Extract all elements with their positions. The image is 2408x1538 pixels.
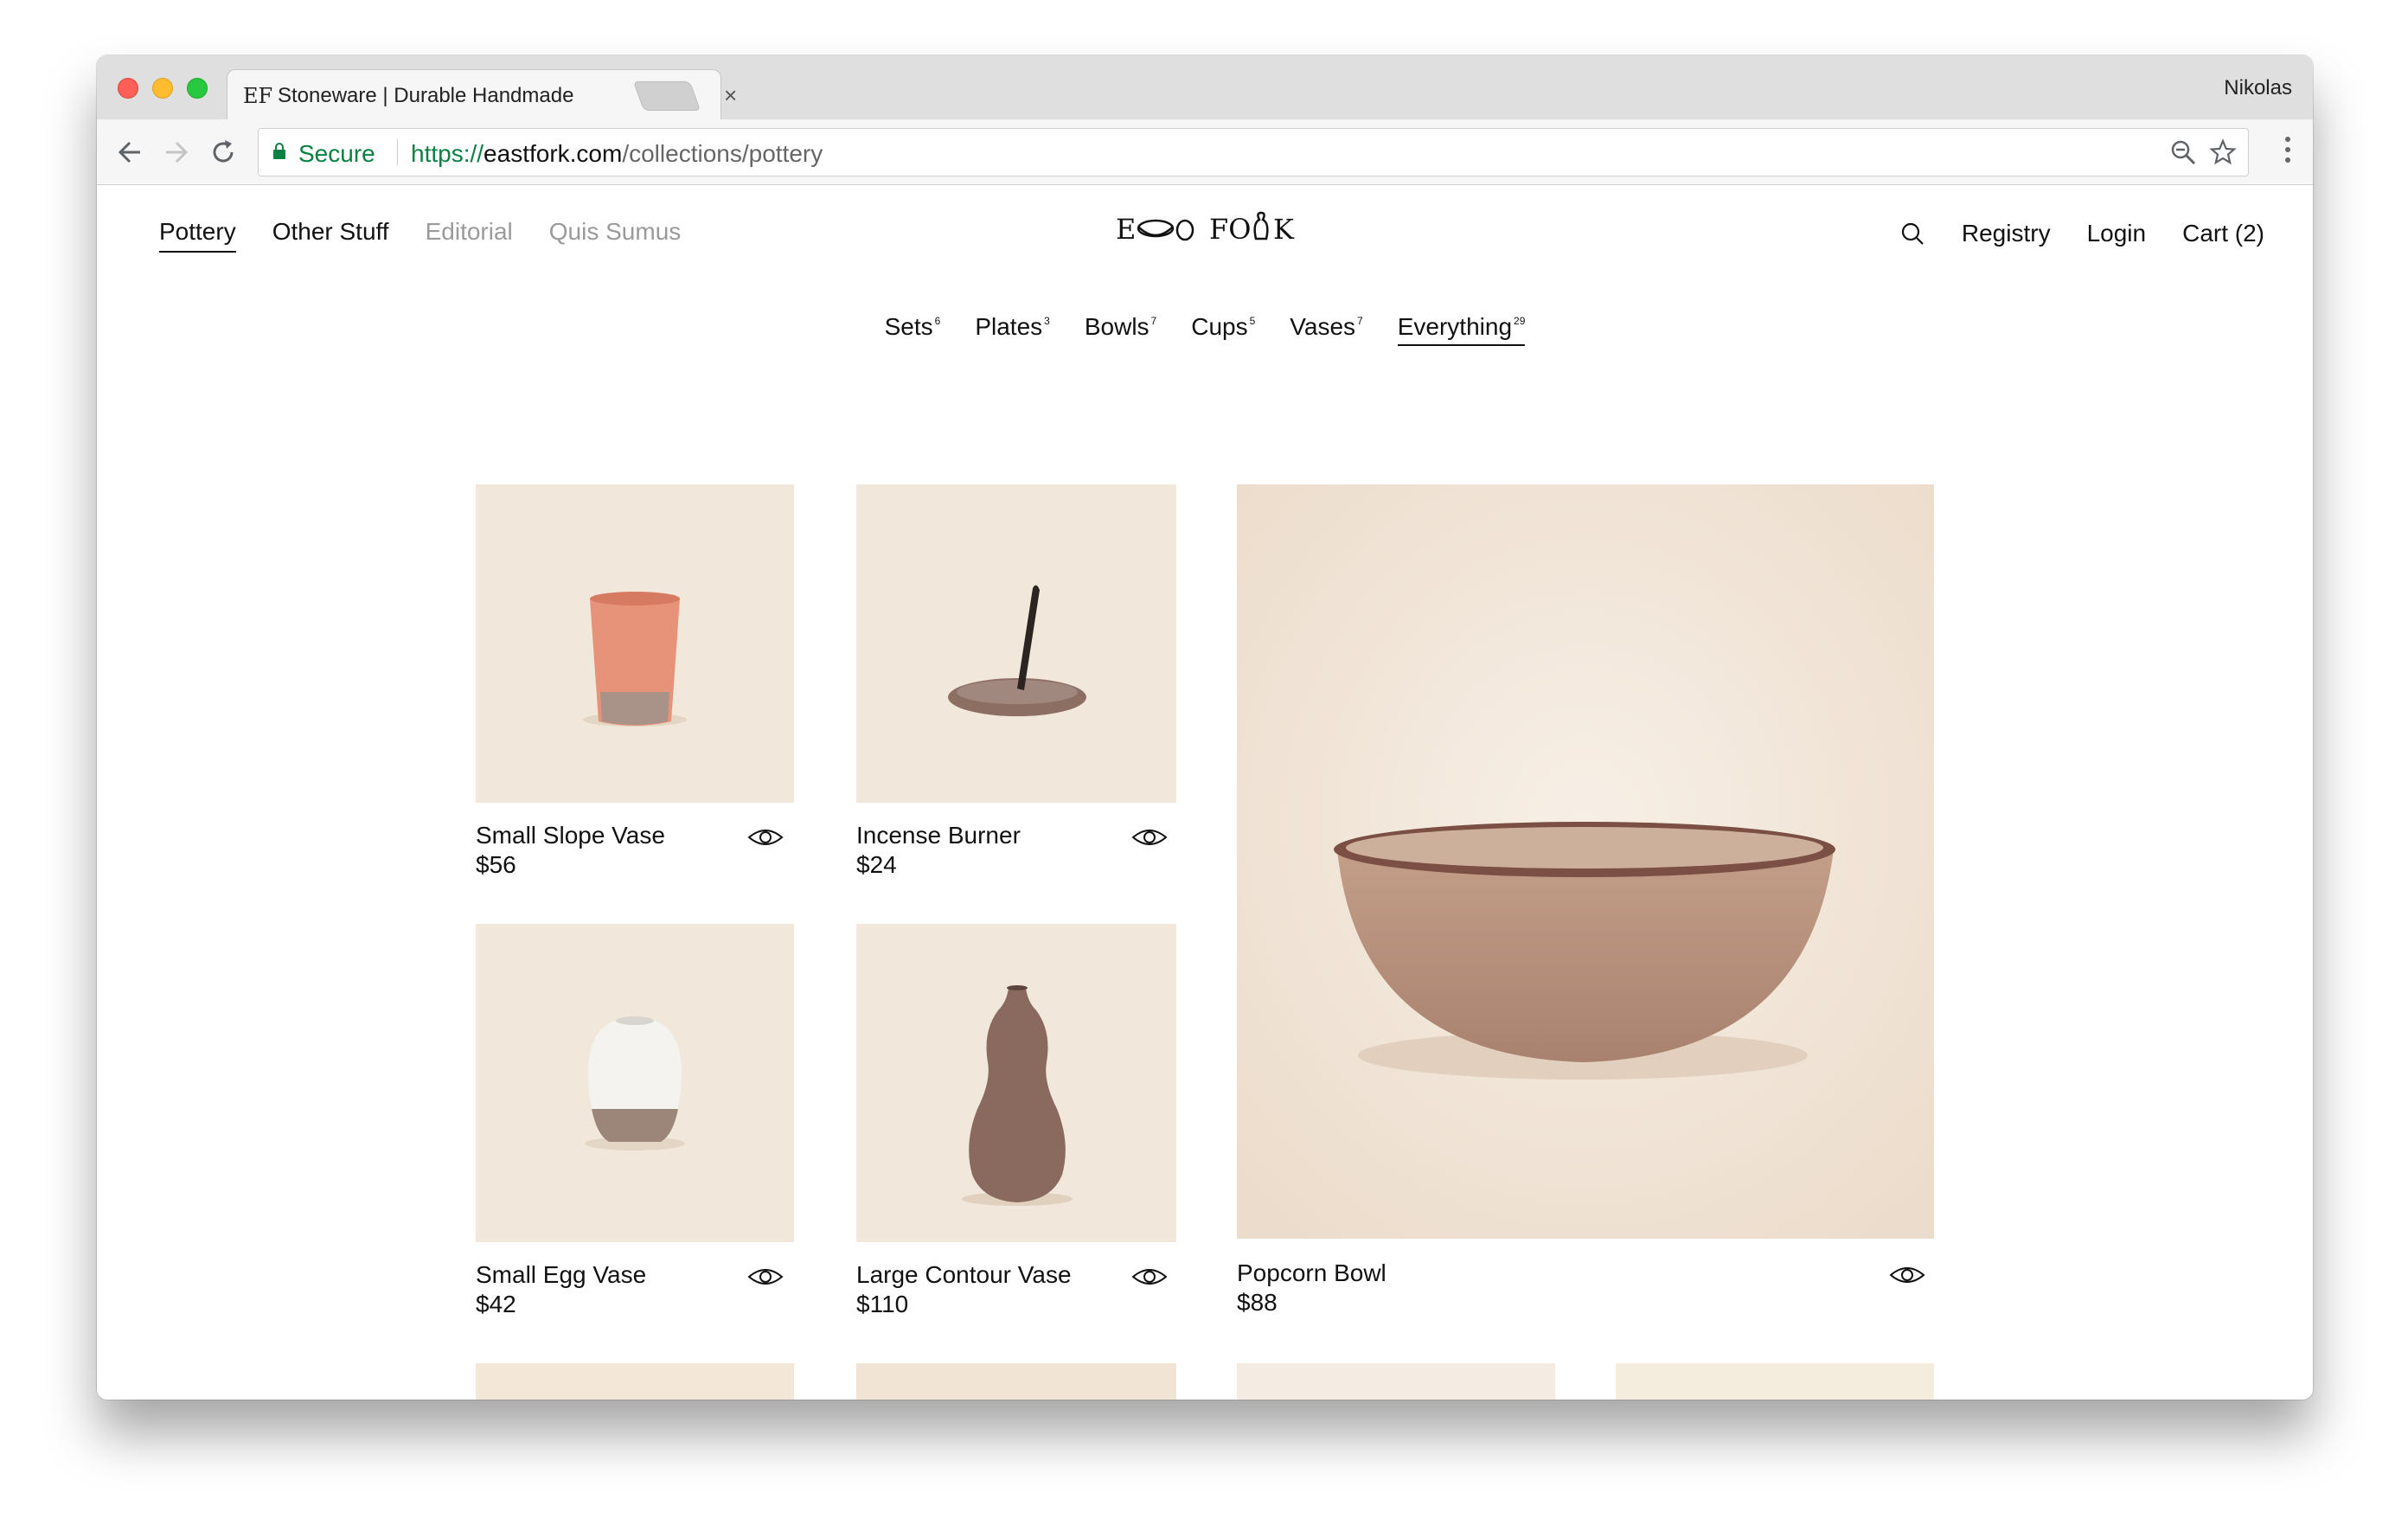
zoom-icon[interactable]	[2168, 138, 2198, 167]
product-card-large-contour-vase[interactable]: Large Contour Vase $110	[856, 924, 1176, 1322]
category-bowls[interactable]: Bowls 7	[1085, 313, 1156, 346]
category-vases[interactable]: Vases 7	[1290, 313, 1362, 346]
title-bar: EF Stoneware | Durable Handmade × Nikola…	[97, 55, 2313, 119]
nav-other-stuff[interactable]: Other Stuff	[272, 218, 389, 253]
product-price: $110	[856, 1291, 909, 1317]
product-card-popcorn-bowl[interactable]: Popcorn Bowl $88	[1237, 484, 1934, 1323]
menu-dots-icon[interactable]	[2285, 137, 2292, 168]
product-card-incense-burner[interactable]: Incense Burner $24	[856, 484, 1176, 882]
close-window-button[interactable]	[118, 78, 138, 99]
category-sets[interactable]: Sets 6	[885, 313, 941, 346]
reload-icon[interactable]	[208, 135, 239, 170]
product-image-row3-3[interactable]	[1237, 1363, 1555, 1400]
quick-view-eye-icon[interactable]	[1131, 1266, 1168, 1287]
tab-title: Stoneware | Durable Handmade	[278, 84, 574, 107]
product-card-small-egg-vase[interactable]: Small Egg Vase $42	[476, 924, 794, 1322]
product-image[interactable]	[476, 924, 794, 1242]
profile-name[interactable]: Nikolas	[2224, 76, 2292, 100]
nav-quis-sumus[interactable]: Quis Sumus	[549, 218, 682, 253]
url-host: eastfork.com	[484, 140, 623, 167]
address-separator	[397, 139, 398, 165]
address-bar[interactable]: Secure https://eastfork.com/collections/…	[258, 128, 2249, 176]
product-image-row3-1[interactable]	[476, 1363, 794, 1400]
search-icon[interactable]	[1899, 221, 1925, 247]
product-image-row3-2[interactable]	[856, 1363, 1176, 1400]
favicon-icon: EF	[243, 84, 273, 108]
secure-label: Secure	[298, 140, 375, 167]
url-path: /collections/pottery	[622, 140, 823, 167]
product-price: $42	[476, 1291, 516, 1317]
account-nav: Registry Login Cart (2)	[1899, 220, 2264, 247]
product-image-row3-4[interactable]	[1616, 1363, 1934, 1400]
browser-toolbar: Secure https://eastfork.com/collections/…	[97, 119, 2313, 185]
forward-arrow-icon[interactable]	[161, 135, 192, 170]
url-text[interactable]: https://eastfork.com/collections/pottery	[411, 140, 823, 168]
web-page: Pottery Other Stuff Editorial Quis Sumus…	[97, 185, 2313, 1400]
registry-link[interactable]: Registry	[1962, 220, 2051, 247]
maximize-window-button[interactable]	[187, 78, 208, 99]
product-card-small-slope-vase[interactable]: Small Slope Vase $56	[476, 484, 794, 882]
browser-window: EF Stoneware | Durable Handmade × Nikola…	[97, 55, 2313, 1400]
quick-view-eye-icon[interactable]	[747, 1266, 784, 1287]
nav-pottery[interactable]: Pottery	[159, 218, 236, 253]
svg-text:E: E	[1116, 213, 1136, 246]
category-plates[interactable]: Plates 3	[975, 313, 1050, 346]
quick-view-eye-icon[interactable]	[747, 827, 784, 848]
url-scheme: https://	[411, 140, 484, 167]
product-price: $88	[1237, 1289, 1278, 1316]
product-image[interactable]	[1237, 484, 1934, 1239]
product-price: $24	[856, 851, 897, 878]
tab-close-icon[interactable]: ×	[724, 82, 737, 109]
quick-view-eye-icon[interactable]	[1889, 1265, 1925, 1285]
product-name[interactable]: Incense Burner	[856, 822, 1021, 849]
product-image[interactable]	[856, 484, 1176, 803]
east-fork-logo[interactable]: E FO K	[1116, 209, 1297, 247]
product-name[interactable]: Popcorn Bowl	[1237, 1259, 1387, 1287]
primary-nav: Pottery Other Stuff Editorial Quis Sumus	[159, 218, 717, 253]
category-nav: Sets 6 Plates 3 Bowls 7 Cups 5 Vases 7 Everyt…	[97, 313, 2313, 346]
product-name[interactable]: Small Egg Vase	[476, 1261, 646, 1289]
category-cups[interactable]: Cups 5	[1191, 313, 1255, 346]
svg-text:FO: FO	[1209, 213, 1251, 246]
product-name[interactable]: Small Slope Vase	[476, 822, 665, 849]
product-price: $56	[476, 851, 516, 878]
nav-editorial[interactable]: Editorial	[426, 218, 513, 253]
product-image[interactable]	[856, 924, 1176, 1242]
minimize-window-button[interactable]	[152, 78, 173, 99]
quick-view-eye-icon[interactable]	[1131, 827, 1168, 848]
lock-icon	[273, 143, 285, 159]
new-tab-button[interactable]	[632, 81, 701, 111]
svg-text:K: K	[1273, 213, 1295, 246]
category-everything[interactable]: Everything 29	[1397, 313, 1526, 346]
product-image[interactable]	[476, 484, 794, 803]
cart-link[interactable]: Cart (2)	[2182, 220, 2264, 247]
product-name[interactable]: Large Contour Vase	[856, 1261, 1072, 1289]
login-link[interactable]: Login	[2087, 220, 2147, 247]
star-icon[interactable]	[2208, 138, 2238, 167]
back-arrow-icon[interactable]	[114, 135, 145, 170]
